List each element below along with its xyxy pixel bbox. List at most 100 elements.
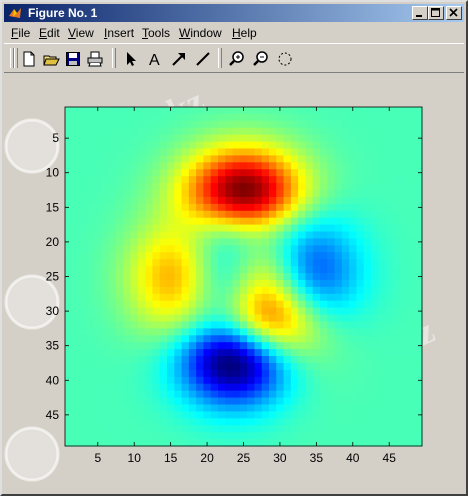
heatmap-cell — [312, 203, 321, 212]
close-button[interactable] — [446, 6, 462, 20]
heatmap-cell — [159, 169, 168, 177]
title-bar[interactable]: Figure No. 1 — [4, 4, 464, 22]
heatmap-cell — [159, 162, 168, 170]
heatmap-cell — [305, 335, 314, 343]
heatmap-cell — [385, 293, 394, 302]
heatmap-cell — [392, 238, 401, 246]
menu-view[interactable]: View — [68, 26, 94, 40]
heatmap-cell — [203, 390, 212, 399]
heatmap-cell — [72, 300, 81, 309]
heatmap-cell — [254, 162, 263, 170]
heatmap-cell — [290, 356, 299, 364]
rotate-3d-button[interactable] — [274, 48, 296, 70]
heatmap-cell — [65, 397, 73, 406]
heatmap-cell — [108, 162, 117, 170]
heatmap-cell — [65, 183, 73, 191]
heatmap-cell — [79, 196, 88, 205]
heatmap-cell — [312, 425, 321, 433]
menu-insert[interactable]: Insert — [104, 26, 134, 40]
select-button[interactable] — [120, 48, 142, 70]
heatmap-cell — [196, 259, 205, 267]
heatmap-cell — [181, 425, 190, 433]
heatmap-cell — [349, 356, 358, 364]
menu-help[interactable]: Help — [232, 26, 257, 40]
heatmap-cell — [86, 252, 95, 260]
heatmap-cell — [159, 203, 168, 212]
heatmap-cell — [385, 127, 394, 136]
heatmap-cell — [283, 155, 292, 163]
heatmap-cell — [407, 439, 416, 447]
heatmap-cell — [414, 176, 423, 184]
heatmap-cell — [174, 411, 183, 419]
heatmap-cell — [356, 328, 365, 336]
zoom-out-button[interactable] — [250, 48, 272, 70]
heatmap-cell — [305, 279, 314, 288]
heatmap-cell — [385, 259, 394, 267]
heatmap-cell — [320, 120, 328, 129]
menu-edit[interactable]: Edit — [39, 26, 60, 40]
menu-file[interactable]: File — [11, 26, 30, 40]
heatmap-cell — [327, 141, 336, 150]
heatmap-cell — [385, 266, 394, 274]
heatmap-cell — [210, 127, 219, 136]
heatmap-cell — [123, 224, 132, 233]
heatmap-cell — [305, 432, 314, 440]
heatmap-cell — [210, 190, 219, 198]
save-button[interactable] — [62, 48, 84, 70]
heatmap-cell — [152, 404, 161, 413]
heatmap-cell — [363, 376, 372, 385]
maximize-button[interactable] — [428, 6, 444, 20]
heatmap-cell — [385, 314, 394, 323]
heatmap-cell — [385, 196, 394, 205]
heatmap-cell — [392, 328, 401, 336]
heatmap-cell — [371, 107, 379, 115]
heatmap-axes[interactable]: 5 10 15 20 25 30 35 40 4551015202530354045 — [4, 74, 466, 494]
heatmap-cell — [116, 169, 124, 177]
heatmap-cell — [145, 349, 154, 357]
heatmap-cell — [130, 335, 139, 343]
new-file-button[interactable] — [18, 48, 40, 70]
insert-line-button[interactable] — [192, 48, 214, 70]
heatmap-cell — [290, 439, 299, 447]
heatmap-cell — [305, 155, 314, 163]
insert-text-button[interactable]: A — [144, 48, 166, 70]
heatmap-cell — [385, 432, 394, 440]
menu-window[interactable]: Window — [179, 26, 222, 40]
heatmap-cell — [225, 279, 234, 288]
heatmap-cell — [305, 176, 314, 184]
heatmap-cell — [334, 286, 343, 295]
heatmap-cell — [167, 321, 175, 329]
heatmap-cell — [334, 383, 343, 392]
zoom-in-button[interactable] — [226, 48, 248, 70]
heatmap-cell — [203, 231, 212, 240]
heatmap-cell — [130, 252, 139, 260]
insert-arrow-button[interactable] — [168, 48, 190, 70]
heatmap-cell — [261, 335, 270, 343]
heatmap-cell — [363, 411, 372, 419]
heatmap-cell — [269, 362, 277, 371]
heatmap-cell — [167, 259, 175, 267]
heatmap-cell — [101, 356, 110, 364]
y-tick-label: 15 — [46, 200, 60, 214]
heatmap-cell — [320, 169, 328, 177]
open-file-button[interactable] — [40, 48, 62, 70]
heatmap-cell — [203, 376, 212, 385]
heatmap-cell — [298, 259, 307, 267]
heatmap-cell — [414, 390, 423, 399]
heatmap-cell — [196, 224, 205, 233]
heatmap-cell — [290, 238, 299, 246]
heatmap-cell — [261, 273, 270, 281]
heatmap-cell — [400, 238, 409, 246]
minimize-button[interactable] — [412, 6, 428, 20]
heatmap-cell — [72, 425, 81, 433]
heatmap-cell — [283, 369, 292, 378]
print-button[interactable] — [84, 48, 106, 70]
heatmap-cell — [312, 120, 321, 129]
heatmap-cell — [363, 210, 372, 219]
heatmap-cell — [225, 425, 234, 433]
menu-tools[interactable]: Tools — [142, 26, 170, 40]
heatmap-cell — [371, 300, 379, 309]
heatmap-cell — [108, 349, 117, 357]
heatmap-cell — [349, 203, 358, 212]
heatmap-cell — [349, 342, 358, 350]
